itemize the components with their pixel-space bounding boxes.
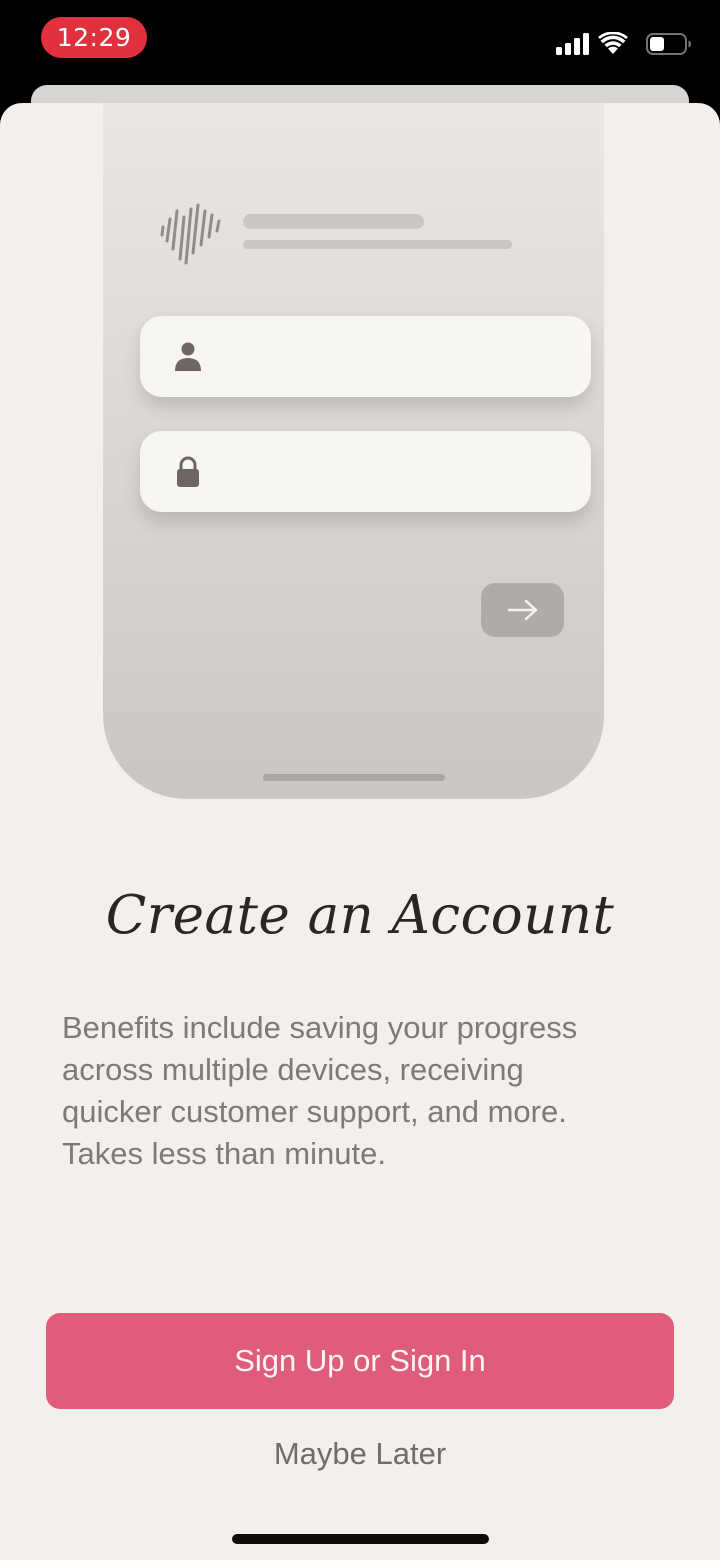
maybe-later-button[interactable]: Maybe Later	[0, 1436, 720, 1472]
status-time: 12:29	[41, 17, 147, 58]
placeholder-title-line	[243, 214, 424, 229]
illustration-username-field	[140, 316, 591, 397]
login-illustration	[103, 103, 604, 799]
benefits-description: Benefits include saving your progress ac…	[62, 1010, 578, 1171]
status-bar: 12:29	[0, 0, 720, 84]
signal-icon	[556, 33, 589, 55]
user-icon	[175, 342, 201, 371]
home-indicator	[232, 1534, 489, 1544]
page-title: Create an Account	[105, 885, 615, 946]
illustration-password-field	[140, 431, 591, 512]
battery-icon	[646, 33, 691, 55]
placeholder-subtitle-line	[243, 240, 512, 249]
illustration-submit-button	[481, 583, 564, 637]
wifi-icon	[598, 32, 628, 54]
illustration-home-indicator	[263, 774, 445, 781]
lock-icon	[177, 456, 199, 487]
sign-up-or-sign-in-button[interactable]: Sign Up or Sign In	[46, 1313, 674, 1409]
onboarding-sheet: Create an Account Benefits include savin…	[0, 103, 720, 1560]
arrow-right-icon	[507, 599, 538, 621]
app-logo-icon	[160, 203, 221, 265]
